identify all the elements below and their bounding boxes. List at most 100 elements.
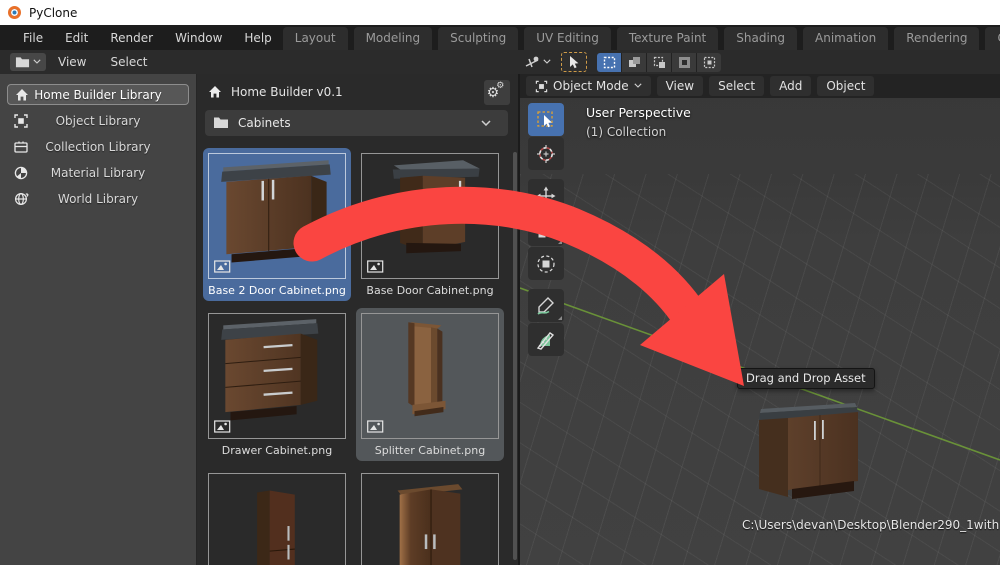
select-mode-extend[interactable] <box>622 53 646 72</box>
asset-label: Splitter Cabinet.png <box>361 444 499 458</box>
select-mode-group <box>597 53 721 72</box>
category-label: Cabinets <box>238 116 291 130</box>
tab-layout[interactable]: Layout <box>283 27 348 50</box>
asset-browser-scrollbar[interactable] <box>513 152 517 560</box>
viewport-menu-view[interactable]: View <box>657 76 703 96</box>
tab-compositing[interactable]: Compositing <box>985 27 1000 50</box>
sidebar-item-label: Object Library <box>7 114 189 128</box>
cursor-icon <box>568 55 580 69</box>
tool-settings-dropdown[interactable] <box>525 55 551 69</box>
cabinet-3d-object[interactable] <box>758 400 860 506</box>
viewport-overlay-info: User Perspective (1) Collection <box>586 105 691 139</box>
select-mode-invert[interactable] <box>672 53 696 72</box>
library-header: Home Builder v0.1 <box>207 84 343 100</box>
image-file-icon <box>367 259 384 273</box>
menu-edit[interactable]: Edit <box>54 27 99 49</box>
tab-sculpting[interactable]: Sculpting <box>438 27 518 50</box>
viewport-toolbar <box>528 103 564 357</box>
drag-drop-tooltip: Drag and Drop Asset <box>737 368 875 389</box>
viewport-header: Object Mode View Select Add Object <box>520 74 1000 98</box>
tool-box-select[interactable] <box>528 103 564 136</box>
tool-annotate[interactable] <box>528 289 564 322</box>
sidebar-item-label: Collection Library <box>7 140 189 154</box>
asset-thumb-splitter-cabinet[interactable]: Splitter Cabinet.png <box>356 308 504 461</box>
world-icon <box>13 191 29 207</box>
workspace-tabs: Layout Modeling Sculpting UV Editing Tex… <box>283 25 1000 50</box>
tool-transform[interactable] <box>528 247 564 280</box>
sidebar-item-world-library[interactable]: World Library <box>7 188 189 209</box>
asset-label: Base 2 Door Cabinet.png <box>208 284 346 298</box>
object-icon <box>13 113 29 129</box>
asset-thumbnail-image <box>361 313 499 439</box>
tab-rendering[interactable]: Rendering <box>894 27 979 50</box>
mode-label: Object Mode <box>553 79 629 93</box>
folder-icon <box>213 116 229 130</box>
sidebar-item-object-library[interactable]: Object Library <box>7 110 189 131</box>
collection-icon <box>13 139 29 155</box>
select-mode-intersect[interactable] <box>697 53 721 72</box>
sidebar-item-collection-library[interactable]: Collection Library <box>7 136 189 157</box>
menu-window[interactable]: Window <box>164 27 233 49</box>
image-file-icon <box>367 419 384 433</box>
home-icon <box>207 84 223 100</box>
asset-thumb-partial-2[interactable] <box>356 468 504 565</box>
3d-viewport[interactable]: Drag and Drop Asset C:\Users\devan\Deskt… <box>520 74 1000 565</box>
app-window: PyClone File Edit Render Window Help Lay… <box>0 0 1000 565</box>
library-sidebar: Home Builder Library Object Library Coll… <box>0 74 197 565</box>
asset-browser-panel: Home Builder v0.1 ⚙⚙ Cabinets <box>197 74 520 565</box>
menu-render[interactable]: Render <box>99 27 164 49</box>
browser-menu-select[interactable]: Select <box>98 52 159 72</box>
asset-label: Base Door Cabinet.png <box>361 284 499 298</box>
editor-type-dropdown[interactable] <box>10 53 46 71</box>
asset-thumbnail-image <box>361 153 499 279</box>
tool-settings-header <box>525 50 721 74</box>
asset-thumb-partial-1[interactable] <box>203 468 351 565</box>
gear-icon: ⚙ <box>496 82 504 91</box>
tab-uv-editing[interactable]: UV Editing <box>524 27 611 50</box>
tab-animation[interactable]: Animation <box>803 27 888 50</box>
chevron-down-icon <box>543 59 551 65</box>
image-file-icon <box>214 419 231 433</box>
chevron-down-icon <box>481 120 491 127</box>
asset-thumbnail-image <box>361 473 499 565</box>
tool-move[interactable] <box>528 179 564 212</box>
sidebar-item-label: Material Library <box>7 166 189 180</box>
select-mode-set[interactable] <box>597 53 621 72</box>
browser-menu-view[interactable]: View <box>46 52 98 72</box>
asset-thumb-base-door-cabinet[interactable]: Base Door Cabinet.png <box>356 148 504 301</box>
tool-settings-icon <box>525 55 541 69</box>
collection-label: (1) Collection <box>586 125 691 139</box>
asset-thumb-drawer-cabinet[interactable]: Drawer Cabinet.png <box>203 308 351 461</box>
tool-scale[interactable] <box>528 213 564 246</box>
viewport-menu-select[interactable]: Select <box>709 76 764 96</box>
chevron-down-icon <box>634 83 642 89</box>
folder-icon <box>15 56 30 68</box>
mode-selector-dropdown[interactable]: Object Mode <box>526 76 651 96</box>
select-mode-subtract[interactable] <box>647 53 671 72</box>
active-tool-button[interactable] <box>561 52 587 72</box>
object-mode-icon <box>535 80 548 93</box>
material-icon <box>13 165 29 181</box>
sidebar-item-label: World Library <box>7 192 189 206</box>
tab-shading[interactable]: Shading <box>724 27 797 50</box>
tab-modeling[interactable]: Modeling <box>354 27 433 50</box>
menu-file[interactable]: File <box>12 27 54 49</box>
home-icon <box>14 87 30 103</box>
tab-texture-paint[interactable]: Texture Paint <box>617 27 718 50</box>
asset-thumb-base-2-door-cabinet[interactable]: Base 2 Door Cabinet.png <box>203 148 351 301</box>
category-dropdown[interactable]: Cabinets <box>205 110 508 136</box>
viewport-menu-add[interactable]: Add <box>770 76 811 96</box>
pyclone-app-icon <box>8 6 21 19</box>
sidebar-item-home-builder-library[interactable]: Home Builder Library <box>7 84 189 105</box>
top-menubar: File Edit Render Window Help Layout Mode… <box>0 25 1000 50</box>
tool-measure[interactable] <box>528 323 564 356</box>
menu-help[interactable]: Help <box>233 27 282 49</box>
view-perspective-label: User Perspective <box>586 105 691 120</box>
window-titlebar: PyClone <box>0 0 1000 25</box>
sidebar-item-material-library[interactable]: Material Library <box>7 162 189 183</box>
window-title: PyClone <box>29 6 77 20</box>
asset-thumbnail-image <box>208 153 346 279</box>
tool-3d-cursor[interactable] <box>528 137 564 170</box>
viewport-menu-object[interactable]: Object <box>817 76 874 96</box>
library-settings-button[interactable]: ⚙⚙ <box>484 80 510 105</box>
